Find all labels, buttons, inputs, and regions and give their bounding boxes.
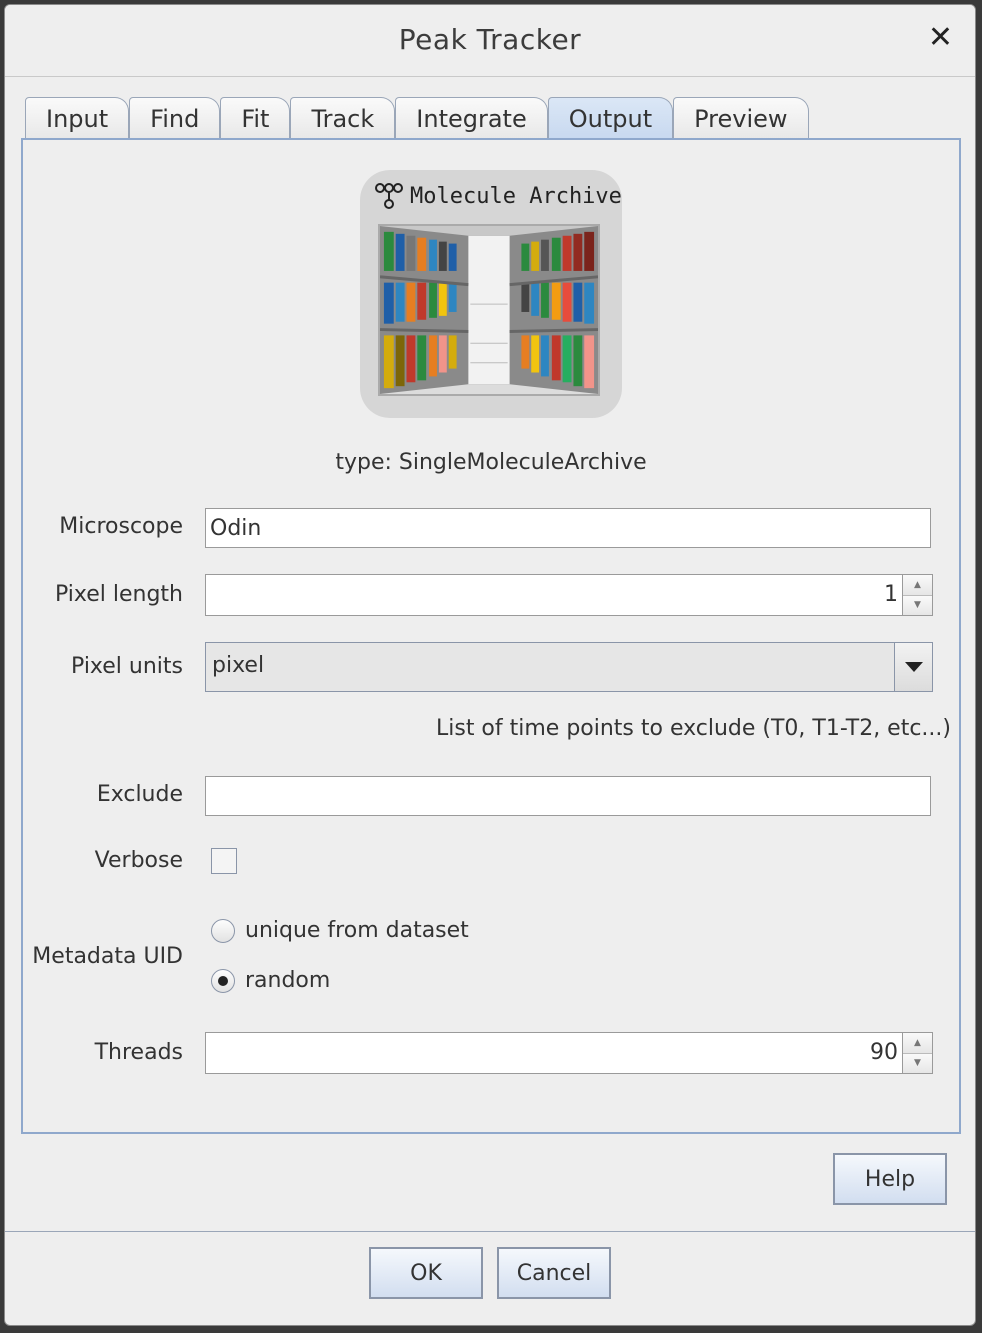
threads-spinner: 90 ▲ ▼ xyxy=(205,1032,933,1074)
verbose-label: Verbose xyxy=(94,848,183,873)
pixel-units-label: Pixel units xyxy=(71,654,183,679)
threads-label: Threads xyxy=(94,1040,183,1065)
exclude-label: Exclude xyxy=(96,782,183,807)
increment-arrow-icon[interactable]: ▲ xyxy=(903,575,932,596)
help-button[interactable]: Help xyxy=(833,1153,947,1205)
dropdown-arrow-icon[interactable] xyxy=(894,643,932,691)
exclude-field[interactable] xyxy=(205,776,931,816)
radio-button-selected[interactable] xyxy=(211,968,235,993)
pixel-units-value[interactable]: pixel xyxy=(206,643,894,691)
molecule-icon xyxy=(375,183,403,209)
pixel-length-label: Pixel length xyxy=(54,582,183,607)
output-panel: Molecule Archive type: SingleMoleculeArc… xyxy=(21,138,961,1134)
pixel-units-dropdown[interactable]: pixel xyxy=(205,642,933,692)
divider xyxy=(5,1231,975,1232)
tab-output[interactable]: Output xyxy=(547,97,674,141)
tab-input[interactable]: Input xyxy=(25,97,130,139)
tab-integrate[interactable]: Integrate xyxy=(395,97,548,139)
microscope-field[interactable]: Odin xyxy=(205,508,931,548)
decrement-arrow-icon[interactable]: ▼ xyxy=(903,595,932,615)
peak-tracker-dialog: Peak Tracker ✕ Input Find Fit Track Inte… xyxy=(4,4,976,1326)
molecule-archive-logo: Molecule Archive xyxy=(360,170,622,418)
title-bar: Peak Tracker ✕ xyxy=(5,5,975,77)
tab-preview[interactable]: Preview xyxy=(673,97,809,139)
radio-random[interactable]: random xyxy=(211,968,330,993)
decrement-arrow-icon[interactable]: ▼ xyxy=(903,1053,932,1073)
radio-unique-from-dataset[interactable]: unique from dataset xyxy=(211,918,469,943)
radio-label: random xyxy=(245,968,331,993)
pixel-length-spinner: 1 ▲ ▼ xyxy=(205,574,933,616)
pixel-length-field[interactable]: 1 xyxy=(205,574,903,616)
archive-type-label: type: SingleMoleculeArchive xyxy=(335,450,647,475)
tab-bar: Input Find Fit Track Integrate Output Pr… xyxy=(25,97,809,141)
logo-title: Molecule Archive xyxy=(410,183,622,209)
verbose-checkbox[interactable] xyxy=(211,848,237,874)
exclude-hint: List of time points to exclude (T0, T1-T… xyxy=(435,716,951,741)
tab-find[interactable]: Find xyxy=(129,97,221,139)
increment-arrow-icon[interactable]: ▲ xyxy=(903,1033,932,1054)
radio-label: unique from dataset xyxy=(245,918,469,943)
ok-button[interactable]: OK xyxy=(369,1247,483,1299)
cancel-button[interactable]: Cancel xyxy=(497,1247,611,1299)
tab-fit[interactable]: Fit xyxy=(220,97,291,139)
close-icon[interactable]: ✕ xyxy=(928,21,953,55)
tab-track[interactable]: Track xyxy=(290,97,396,139)
window-title: Peak Tracker xyxy=(398,23,582,56)
microscope-label: Microscope xyxy=(59,514,183,539)
metadata-uid-label: Metadata UID xyxy=(32,944,183,969)
radio-button[interactable] xyxy=(211,918,235,943)
threads-field[interactable]: 90 xyxy=(205,1032,903,1074)
library-shelves-image xyxy=(378,224,600,396)
